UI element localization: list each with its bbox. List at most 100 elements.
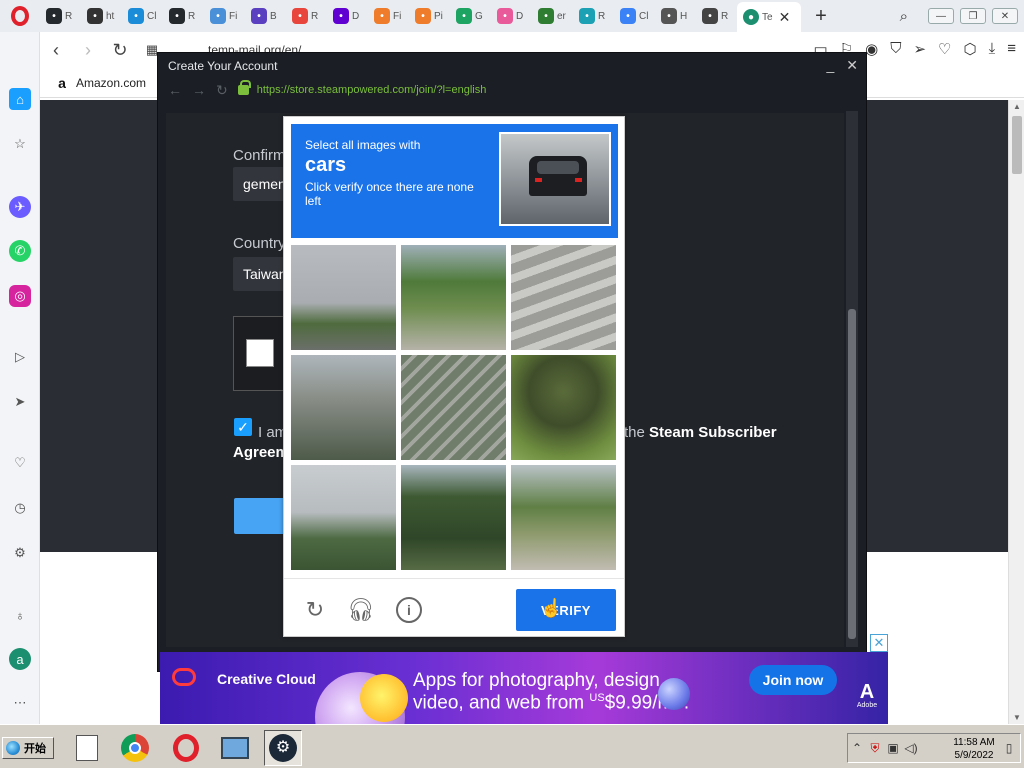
adobe-logo-icon: A bbox=[859, 681, 875, 703]
taskbar-chrome-icon[interactable] bbox=[116, 730, 154, 766]
tray-shield-icon[interactable]: ⛨ bbox=[866, 741, 884, 756]
hand-cursor-icon: ☝ bbox=[540, 598, 563, 618]
scroll-up-icon[interactable]: ▲ bbox=[1013, 102, 1021, 111]
camera-icon[interactable]: ◉ bbox=[865, 40, 878, 58]
tray-network-icon[interactable]: ▣ bbox=[884, 741, 902, 755]
ad-close-icon[interactable]: ✕ bbox=[870, 634, 888, 652]
back-icon[interactable]: ‹ bbox=[40, 40, 72, 61]
start-button[interactable]: 开始 bbox=[2, 737, 54, 759]
taskbar-notepad-icon[interactable] bbox=[68, 730, 106, 766]
tab-9[interactable]: • Pi bbox=[409, 3, 450, 29]
captcha-tile-traffic-light[interactable] bbox=[291, 355, 396, 460]
heart-icon[interactable]: ♡ bbox=[9, 452, 31, 474]
steam-close-icon[interactable]: ✕ bbox=[846, 57, 858, 74]
bookmark-heart-icon[interactable]: ♡ bbox=[938, 40, 951, 58]
home-icon[interactable]: ⌂ bbox=[9, 88, 31, 110]
new-tab-button[interactable]: + bbox=[801, 5, 841, 28]
page-scrollbar[interactable]: ▲ ▼ bbox=[1008, 100, 1024, 724]
menu-icon[interactable]: ≡ bbox=[1007, 40, 1016, 58]
tray-expand-icon[interactable]: ⌃ bbox=[848, 741, 866, 755]
clock-time: 11:58 AM bbox=[953, 737, 995, 748]
send-icon[interactable]: ➤ bbox=[9, 391, 31, 413]
whatsapp-icon[interactable]: ✆ bbox=[9, 240, 31, 262]
tab-15[interactable]: • H bbox=[655, 3, 696, 29]
tab-12[interactable]: • er bbox=[532, 3, 573, 29]
steam-forward-icon[interactable]: → bbox=[192, 82, 206, 99]
tab-8[interactable]: • Fi bbox=[368, 3, 409, 29]
scroll-down-icon[interactable]: ▼ bbox=[1013, 713, 1021, 722]
steam-title-bar: Create Your Account _ ✕ bbox=[158, 53, 866, 79]
show-desktop-icon[interactable]: ▯ bbox=[1000, 741, 1018, 755]
captcha-tile-pine-trees[interactable] bbox=[401, 465, 506, 570]
captcha-tile-cyclist-path[interactable] bbox=[401, 245, 506, 350]
maximize-window-button[interactable]: ❐ bbox=[960, 8, 986, 24]
reload-icon[interactable]: ↻ bbox=[104, 40, 136, 61]
steam-scroll-thumb[interactable] bbox=[848, 309, 856, 639]
opera-menu-icon[interactable] bbox=[0, 0, 40, 32]
opera-sidebar: ⌂ ☆ ✈ ✆ ◎ ▷ ➤ ♡ ◷ ⚙ ♁ a ⋯ bbox=[0, 32, 40, 724]
subscriber-agreement-link[interactable]: Steam Subscriber bbox=[649, 424, 777, 441]
taskbar-steam-icon[interactable]: ⚙ bbox=[264, 730, 302, 766]
tab-label: R bbox=[598, 10, 606, 22]
captcha-tile-cloudy-sky-trees[interactable] bbox=[291, 245, 396, 350]
steam-scrollbar[interactable] bbox=[846, 111, 858, 647]
aria-icon[interactable]: a bbox=[9, 648, 31, 670]
page-scroll-thumb[interactable] bbox=[1012, 116, 1022, 174]
share-icon[interactable]: ➢ bbox=[913, 40, 926, 58]
captcha-tile-stairs[interactable] bbox=[401, 355, 506, 460]
agree-checkbox[interactable]: ✓ bbox=[234, 418, 252, 436]
forward-icon[interactable]: › bbox=[72, 40, 104, 61]
steam-reload-icon[interactable]: ↻ bbox=[216, 82, 228, 99]
tab-5[interactable]: • B bbox=[245, 3, 286, 29]
tab-6[interactable]: • R bbox=[286, 3, 327, 29]
captcha-tile-park-path[interactable] bbox=[511, 465, 616, 570]
tab-4[interactable]: • Fi bbox=[204, 3, 245, 29]
shield-icon[interactable]: ⛉ bbox=[890, 40, 901, 58]
download-icon[interactable]: ⤓ bbox=[989, 40, 996, 58]
tab-7[interactable]: • D bbox=[327, 3, 368, 29]
minimize-window-button[interactable]: — bbox=[928, 8, 954, 24]
tab-11[interactable]: • D bbox=[491, 3, 532, 29]
tab-3[interactable]: • R bbox=[163, 3, 204, 29]
steam-minimize-icon[interactable]: _ bbox=[826, 57, 834, 74]
tab-1[interactable]: • ht bbox=[81, 3, 122, 29]
speed-dial-icon[interactable]: ☆ bbox=[9, 133, 31, 155]
recaptcha-checkbox[interactable] bbox=[246, 339, 274, 367]
reload-challenge-icon[interactable]: ↻ bbox=[302, 597, 328, 623]
more-icon[interactable]: ⋯ bbox=[9, 692, 31, 714]
agreement-link-line2[interactable]: Agreem bbox=[233, 444, 289, 461]
close-window-button[interactable]: ✕ bbox=[992, 8, 1018, 24]
messenger-icon[interactable]: ✈ bbox=[9, 196, 31, 218]
tray-volume-icon[interactable]: ◁) bbox=[902, 741, 920, 755]
close-tab-icon[interactable]: ✕ bbox=[779, 9, 791, 26]
search-tabs-icon[interactable]: ⌕ bbox=[900, 8, 908, 25]
tips-icon[interactable]: ♁ bbox=[9, 604, 31, 626]
verify-button[interactable]: VERIFY bbox=[516, 589, 616, 631]
join-now-button[interactable]: Join now bbox=[749, 665, 837, 695]
extensions-icon[interactable]: ⬡ bbox=[963, 40, 976, 58]
tab-label: R bbox=[188, 10, 196, 22]
recaptcha-hint: Click verify once there are none left bbox=[305, 180, 474, 208]
history-icon[interactable]: ◷ bbox=[9, 497, 31, 519]
help-info-icon[interactable]: i bbox=[396, 597, 422, 623]
audio-challenge-icon[interactable]: 🎧︎ bbox=[347, 597, 375, 623]
captcha-tile-palm-tree[interactable] bbox=[511, 355, 616, 460]
tab-14[interactable]: • Cl bbox=[614, 3, 655, 29]
tab-10[interactable]: • G bbox=[450, 3, 491, 29]
player-icon[interactable]: ▷ bbox=[9, 346, 31, 368]
tab-active[interactable]: ● Te ✕ bbox=[737, 2, 801, 32]
steam-back-icon[interactable]: ← bbox=[168, 82, 182, 99]
taskbar-computer-icon[interactable] bbox=[216, 730, 254, 766]
captcha-tile-trees-overcast[interactable] bbox=[291, 465, 396, 570]
instagram-icon[interactable]: ◎ bbox=[9, 285, 31, 307]
tab-2[interactable]: • Cl bbox=[122, 3, 163, 29]
tab-13[interactable]: • R bbox=[573, 3, 614, 29]
bookmark-amazon[interactable]: Amazon.com bbox=[76, 76, 146, 90]
taskbar-opera-icon[interactable] bbox=[167, 730, 205, 766]
captcha-tile-crosswalk[interactable] bbox=[511, 245, 616, 350]
tab-16[interactable]: • R bbox=[696, 3, 737, 29]
tray-clock[interactable]: 11:58 AM 5/9/2022 bbox=[944, 736, 1004, 762]
tab-0[interactable]: • R bbox=[40, 3, 81, 29]
settings-icon[interactable]: ⚙ bbox=[9, 542, 31, 564]
adobe-ad-banner[interactable]: Creative Cloud Apps for photography, des… bbox=[160, 652, 888, 724]
